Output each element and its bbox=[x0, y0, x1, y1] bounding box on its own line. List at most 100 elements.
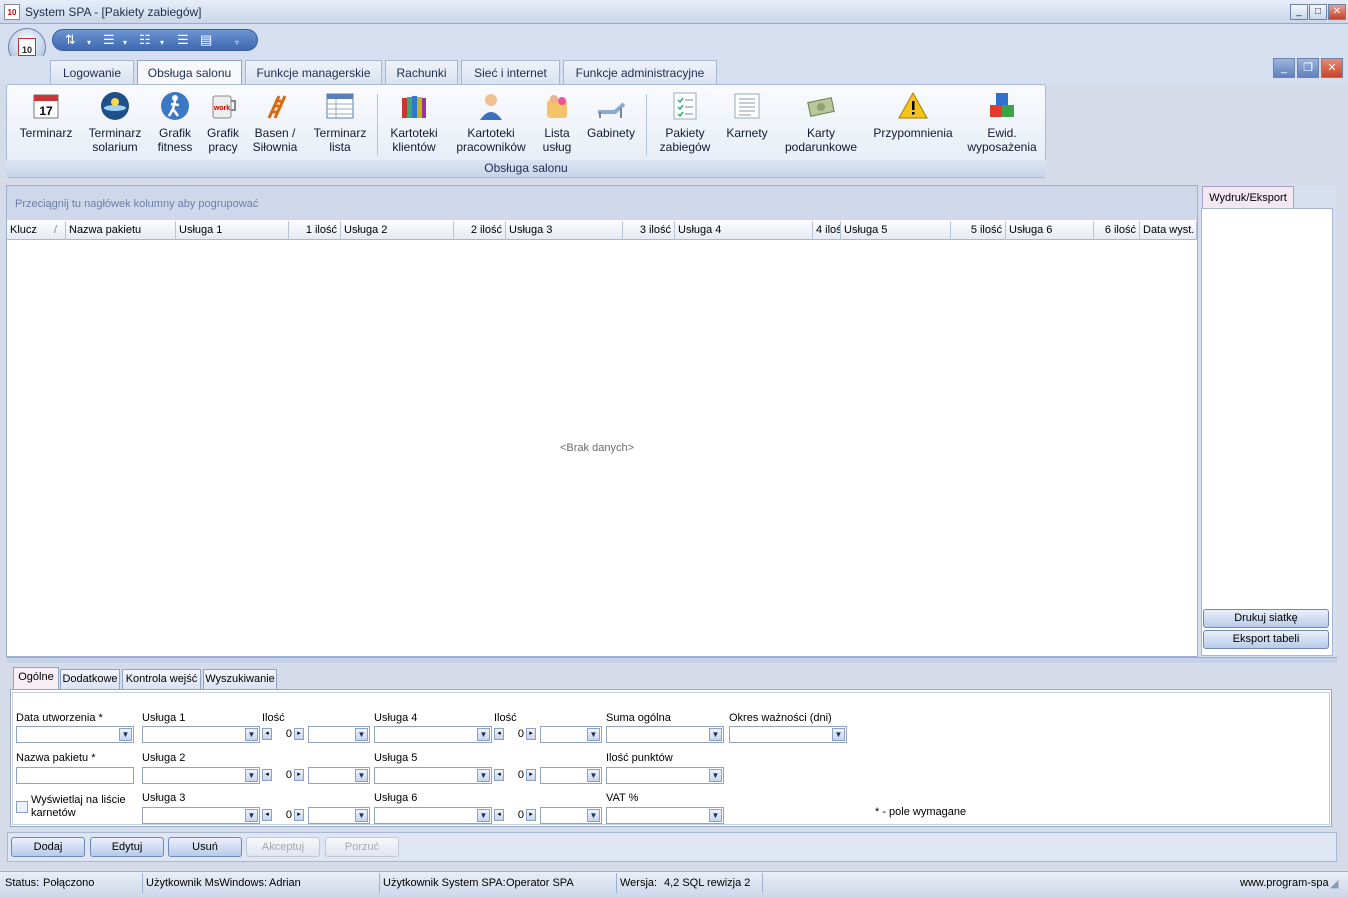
chevron-down-icon[interactable]: ▼ bbox=[832, 728, 845, 741]
panel-splitter[interactable] bbox=[7, 657, 1337, 663]
kartoteki-pracownikow-button[interactable]: Kartoteki pracowników bbox=[452, 90, 530, 154]
karty-podarunkowe-button[interactable]: Karty podarunkowe bbox=[780, 90, 862, 154]
chevron-down-icon[interactable]: ▼ bbox=[709, 728, 722, 741]
usluga-6-select[interactable]: ▼ bbox=[374, 807, 492, 824]
chevron-down-icon[interactable]: ▼ bbox=[245, 728, 258, 741]
increment-icon[interactable]: ▸ bbox=[294, 728, 304, 740]
chevron-down-icon[interactable]: ▼ bbox=[477, 809, 490, 822]
column-header-ilosc-4[interactable]: 4 ilość bbox=[813, 221, 841, 240]
cena-4-select[interactable]: ▼ bbox=[540, 726, 602, 743]
terminarz-solarium-button[interactable]: Terminarz solarium bbox=[82, 90, 148, 154]
chevron-down-icon[interactable]: ▼ bbox=[355, 728, 368, 741]
minimize-button[interactable]: _ bbox=[1290, 4, 1308, 20]
packages-grid[interactable] bbox=[6, 185, 1198, 657]
grafik-fitness-button[interactable]: Grafik fitness bbox=[152, 90, 198, 154]
mdi-minimize-button[interactable]: _ bbox=[1273, 58, 1295, 78]
ilosc-6-stepper[interactable]: ◂ 0 ▸ bbox=[494, 807, 536, 824]
tab-siec-i-internet[interactable]: Sieć i internet bbox=[461, 60, 560, 84]
cena-6-select[interactable]: ▼ bbox=[540, 807, 602, 824]
edit-button[interactable]: Edytuj bbox=[90, 837, 164, 857]
suma-ogolna-field[interactable]: ▼ bbox=[606, 726, 724, 743]
usluga-4-select[interactable]: ▼ bbox=[374, 726, 492, 743]
ewid-wyposazenia-button[interactable]: Ewid. wyposażenia bbox=[964, 90, 1040, 154]
usluga-1-select[interactable]: ▼ bbox=[142, 726, 260, 743]
column-header-ilosc-3[interactable]: 3 ilość bbox=[623, 221, 675, 240]
column-header-usluga-2[interactable]: Usługa 2 bbox=[341, 221, 454, 240]
chevron-down-icon[interactable]: ▼ bbox=[119, 728, 132, 741]
tab-logowanie[interactable]: Logowanie bbox=[50, 60, 134, 84]
decrement-icon[interactable]: ◂ bbox=[262, 728, 272, 740]
column-header-ilosc-6[interactable]: 6 ilość bbox=[1094, 221, 1140, 240]
column-header-usluga-6[interactable]: Usługa 6 bbox=[1006, 221, 1094, 240]
close-button[interactable]: ✕ bbox=[1328, 4, 1346, 20]
tab-kontrola-wejsc[interactable]: Kontrola wejść bbox=[122, 669, 201, 689]
increment-icon[interactable]: ▸ bbox=[526, 769, 536, 781]
chevron-down-icon[interactable]: ▼ bbox=[355, 809, 368, 822]
layout-icon[interactable]: ▤ bbox=[200, 33, 212, 47]
tab-obsluga-salonu[interactable]: Obsługa salonu bbox=[137, 60, 242, 85]
chevron-down-icon[interactable]: ▾ bbox=[87, 36, 91, 50]
ilosc-punktow-field[interactable]: ▼ bbox=[606, 767, 724, 784]
list-tree-icon[interactable]: ☷ bbox=[139, 33, 151, 47]
wyswietlaj-na-liscie-checkbox[interactable] bbox=[16, 801, 28, 813]
ilosc-3-stepper[interactable]: ◂ 0 ▸ bbox=[262, 807, 304, 824]
mdi-close-button[interactable]: ✕ bbox=[1321, 58, 1343, 78]
increment-icon[interactable]: ▸ bbox=[526, 809, 536, 821]
basen-silownia-button[interactable]: Basen / Siłownia bbox=[248, 90, 302, 154]
export-table-button[interactable]: Eksport tabeli bbox=[1203, 630, 1329, 649]
accept-button[interactable]: Akceptuj bbox=[246, 837, 320, 857]
terminarz-lista-button[interactable]: Terminarz lista bbox=[308, 90, 372, 154]
column-header-ilosc-1[interactable]: 1 ilość bbox=[289, 221, 341, 240]
usluga-5-select[interactable]: ▼ bbox=[374, 767, 492, 784]
chevron-down-icon[interactable]: ▼ bbox=[587, 769, 600, 782]
gabinety-button[interactable]: Gabinety bbox=[584, 90, 638, 140]
chevron-down-icon[interactable]: ▾ bbox=[160, 36, 164, 50]
column-header-usluga-3[interactable]: Usługa 3 bbox=[506, 221, 623, 240]
increment-icon[interactable]: ▸ bbox=[294, 769, 304, 781]
chevron-down-icon[interactable]: ▼ bbox=[355, 769, 368, 782]
column-header-klucz[interactable]: Klucz / bbox=[7, 221, 66, 240]
tab-wyszukiwanie[interactable]: Wyszukiwanie bbox=[203, 669, 277, 689]
decrement-icon[interactable]: ◂ bbox=[494, 769, 504, 781]
lista-uslug-button[interactable]: Lista usług bbox=[536, 90, 578, 154]
usluga-2-select[interactable]: ▼ bbox=[142, 767, 260, 784]
column-header-data-wyst[interactable]: Data wyst. bbox=[1140, 221, 1197, 240]
tab-wydruk-eksport[interactable]: Wydruk/Eksport bbox=[1202, 186, 1294, 208]
chevron-down-icon[interactable]: ▼ bbox=[245, 809, 258, 822]
kartoteki-klientow-button[interactable]: Kartoteki klientów bbox=[385, 90, 443, 154]
cena-5-select[interactable]: ▼ bbox=[540, 767, 602, 784]
column-header-nazwa-pakietu[interactable]: Nazwa pakietu bbox=[66, 221, 176, 240]
ilosc-5-stepper[interactable]: ◂ 0 ▸ bbox=[494, 767, 536, 784]
cena-3-select[interactable]: ▼ bbox=[308, 807, 370, 824]
chevron-down-icon[interactable]: ▼ bbox=[587, 728, 600, 741]
okres-waznosci-field[interactable]: ▼ bbox=[729, 726, 847, 743]
column-header-ilosc-2[interactable]: 2 ilość bbox=[454, 221, 506, 240]
chevron-down-icon[interactable]: ▼ bbox=[709, 769, 722, 782]
pakiety-zabiegow-button[interactable]: Pakiety zabiegów bbox=[655, 90, 715, 154]
grafik-pracy-button[interactable]: work Grafik pracy bbox=[202, 90, 244, 154]
delete-button[interactable]: Usuń bbox=[168, 837, 242, 857]
tab-rachunki[interactable]: Rachunki bbox=[385, 60, 458, 84]
cancel-button[interactable]: Porzuć bbox=[325, 837, 399, 857]
resize-grip-icon[interactable]: ◢ bbox=[1330, 877, 1338, 890]
przypomnienia-button[interactable]: Przypomnienia bbox=[870, 90, 956, 140]
column-header-ilosc-5[interactable]: 5 ilość bbox=[951, 221, 1006, 240]
decrement-icon[interactable]: ◂ bbox=[262, 769, 272, 781]
tab-funkcje-administracyjne[interactable]: Funkcje administracyjne bbox=[563, 60, 717, 84]
increment-icon[interactable]: ▸ bbox=[526, 728, 536, 740]
usluga-3-select[interactable]: ▼ bbox=[142, 807, 260, 824]
tab-ogolne[interactable]: Ogólne bbox=[13, 667, 59, 689]
maximize-button[interactable]: □ bbox=[1309, 4, 1327, 20]
chevron-down-icon[interactable]: ▼ bbox=[477, 728, 490, 741]
tab-dodatkowe[interactable]: Dodatkowe bbox=[60, 669, 120, 689]
nazwa-pakietu-input[interactable] bbox=[16, 767, 134, 784]
decrement-icon[interactable]: ◂ bbox=[494, 728, 504, 740]
column-header-usluga-5[interactable]: Usługa 5 bbox=[841, 221, 951, 240]
ilosc-1-stepper[interactable]: ◂ 0 ▸ bbox=[262, 726, 304, 743]
customize-qat-icon[interactable]: ▿ bbox=[235, 36, 239, 50]
cena-2-select[interactable]: ▼ bbox=[308, 767, 370, 784]
vat-select[interactable]: ▼ bbox=[606, 807, 724, 824]
terminarz-button[interactable]: 17 Terminarz bbox=[14, 90, 78, 140]
sort-ascending-icon[interactable]: ⇅ bbox=[65, 33, 76, 47]
print-grid-button[interactable]: Drukuj siatkę bbox=[1203, 609, 1329, 628]
